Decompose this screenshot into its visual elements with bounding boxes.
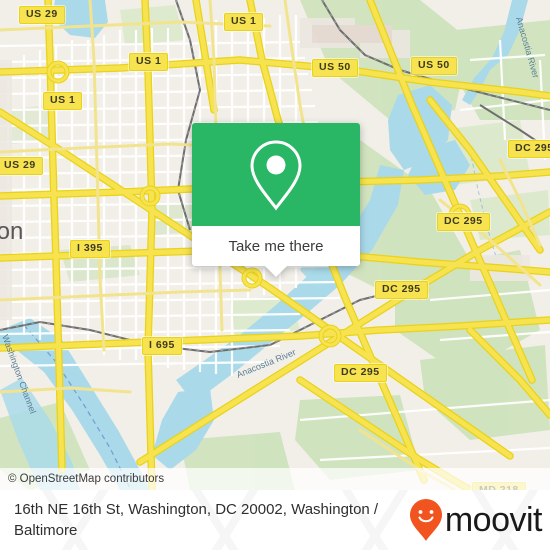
map-attribution-text: © OpenStreetMap contributors — [8, 473, 165, 485]
road-shield-dc295-1: DC 295 — [508, 140, 550, 158]
footer-content: 16th NE 16th St, Washington, DC 20002, W… — [0, 490, 550, 550]
road-shield-us29-1: US 29 — [19, 6, 65, 24]
moovit-smiley-pin-icon — [409, 499, 442, 541]
road-shield-dc295-2: DC 295 — [437, 213, 490, 231]
road-shield-dc295-3: DC 295 — [375, 281, 428, 299]
location-pin-icon — [250, 139, 302, 210]
map-city-label: ton — [0, 218, 24, 245]
road-shield-us50-2: US 50 — [411, 57, 457, 75]
road-shield-us1-3: US 1 — [43, 92, 83, 110]
road-shield-us29-2: US 29 — [0, 157, 43, 175]
road-shield-i395: I 395 — [70, 240, 110, 258]
address-text: 16th NE 16th St, Washington, DC 20002, W… — [14, 501, 379, 539]
road-shield-us50-1: US 50 — [312, 59, 358, 77]
take-me-there-callout[interactable]: Take me there — [192, 123, 360, 277]
moovit-brand[interactable]: moovit — [409, 498, 543, 542]
moovit-map-screen: Anacostia River Anacostia River Washingt… — [0, 0, 550, 550]
road-shield-us1-2: US 1 — [129, 53, 169, 71]
callout-tail — [265, 266, 287, 277]
road-shield-dc295-4: DC 295 — [334, 364, 387, 382]
road-shield-i695: I 695 — [142, 337, 182, 355]
callout-icon-area — [192, 123, 360, 226]
callout-cta-area[interactable]: Take me there — [192, 226, 360, 277]
footer-bar: 16th NE 16th St, Washington, DC 20002, W… — [0, 490, 550, 550]
road-shield-us1-1: US 1 — [224, 13, 264, 31]
map-attribution-bar: © OpenStreetMap contributors — [0, 468, 550, 490]
moovit-wordmark: moovit — [444, 501, 543, 539]
take-me-there-label: Take me there — [228, 237, 324, 255]
